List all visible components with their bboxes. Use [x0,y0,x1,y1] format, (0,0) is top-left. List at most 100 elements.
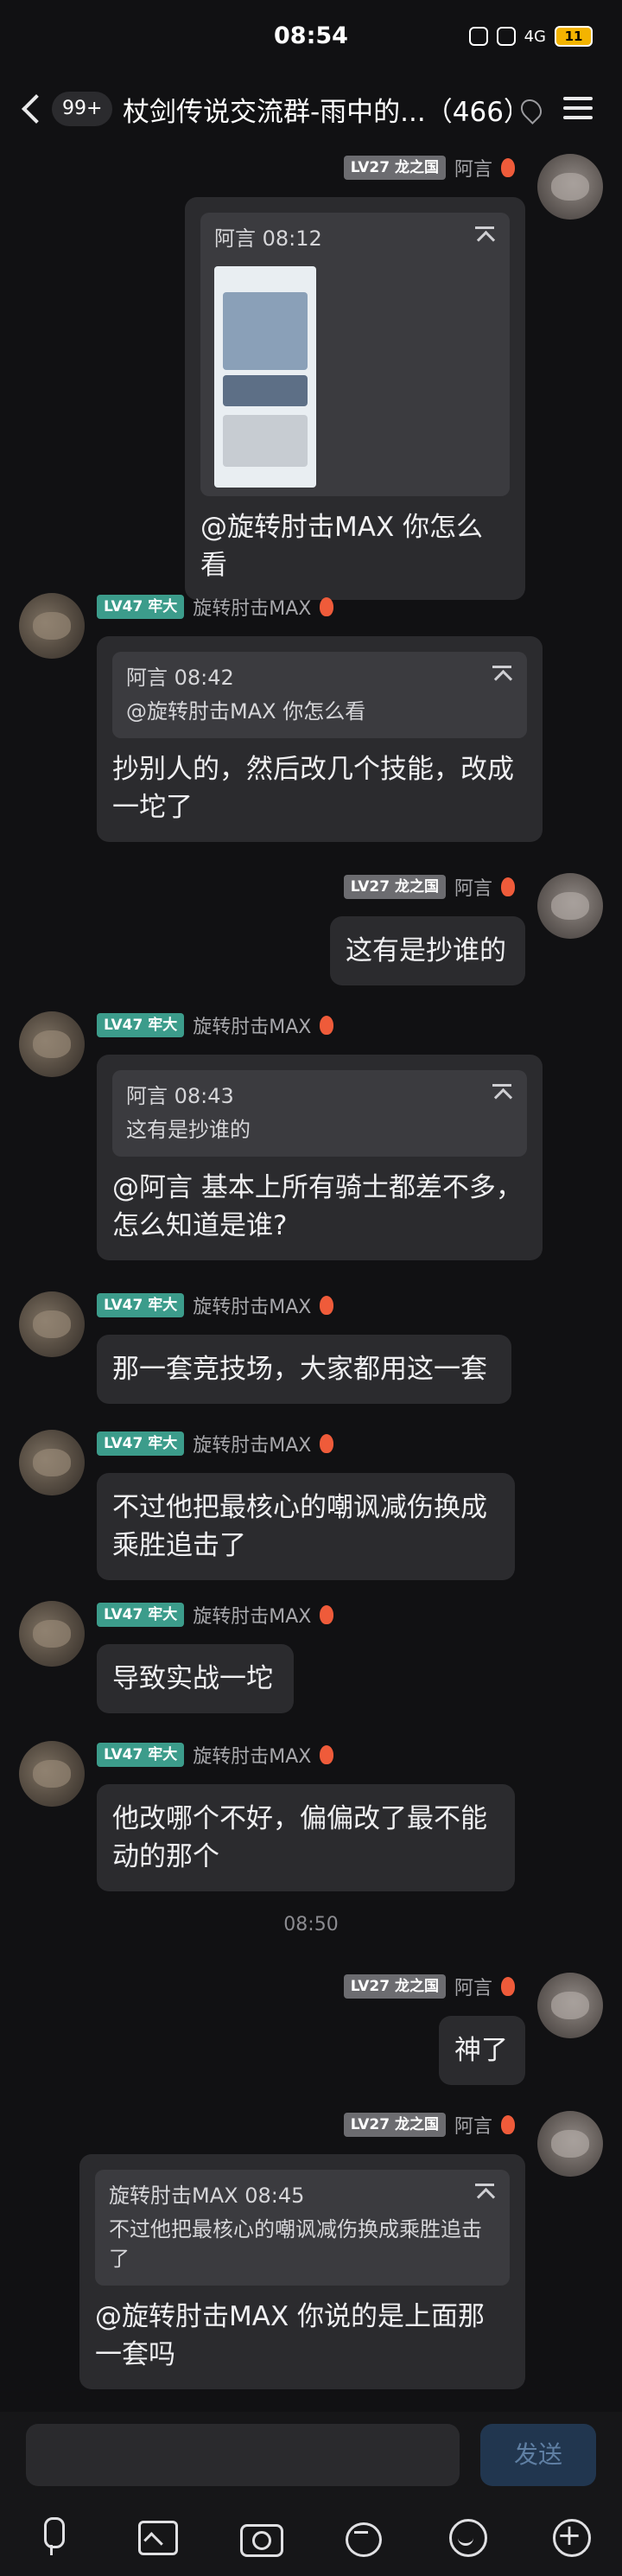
mic-icon[interactable] [31,2515,73,2557]
composer: 发送 [0,2412,622,2498]
quote-header: 阿言 08:42 [126,666,234,690]
battery-level: 11 [564,29,583,44]
avatar[interactable] [537,2111,603,2177]
input-toolbar [0,2498,622,2576]
quoted-message[interactable]: 阿言 08:43 这有是抄谁的 [112,1070,527,1157]
image-thumbnail[interactable] [214,266,316,488]
level-badge: LV47 牢大 [97,1013,185,1037]
chat-header: 99+ 杖剑传说交流群-雨中的...（466） [0,74,622,142]
bluetooth-icon [496,27,516,46]
menu-icon[interactable] [563,95,593,121]
message-bubble[interactable]: 不过他把最核心的嘲讽减伤换成乘胜追击了 [97,1473,515,1580]
sender-name[interactable]: 阿言 [454,1973,492,2000]
message-bubble[interactable]: 导致实战一坨 [97,1644,294,1713]
level-badge: LV47 牢大 [97,1293,185,1317]
level-badge: LV47 牢大 [97,1743,185,1767]
message-bubble[interactable]: 阿言 08:12 @旋转肘击MAX 你怎么看 [185,197,525,600]
avatar[interactable] [537,154,603,220]
message-input[interactable] [26,2424,460,2486]
message-meta: LV47 牢大 旋转肘击MAX [97,1011,334,1039]
fire-icon [320,597,334,616]
level-badge: LV27 龙之国 [343,1974,446,1999]
avatar[interactable] [19,1291,85,1357]
timestamp-divider: 08:50 [283,1914,339,1935]
level-badge: LV27 龙之国 [343,156,446,180]
quote-top-icon[interactable] [475,226,494,245]
avatar[interactable] [19,1430,85,1495]
message-text: 神了 [454,2035,508,2066]
fire-icon [320,1296,334,1315]
avatar[interactable] [537,873,603,939]
status-bar: 08:54 4G 11 [0,0,622,74]
message-text: @旋转肘击MAX 你怎么看 [200,512,484,581]
fire-icon [320,1434,334,1453]
avatar[interactable] [19,593,85,659]
sender-name[interactable]: 阿言 [454,873,492,901]
sender-name[interactable]: 旋转肘击MAX [193,1430,311,1457]
camera-icon[interactable] [238,2515,283,2557]
level-badge: LV47 牢大 [97,595,185,619]
emoji-icon[interactable] [446,2515,487,2557]
network-label: 4G [524,27,546,46]
message-meta: LV47 牢大 旋转肘击MAX [97,1430,334,1457]
message-meta: LV27 龙之国 阿言 [343,154,515,182]
message-text: 不过他把最核心的嘲讽减伤换成乘胜追击了 [112,1492,487,1561]
image-icon[interactable] [135,2515,178,2557]
sender-name[interactable]: 旋转肘击MAX [193,593,311,621]
message-meta: LV27 龙之国 阿言 [343,1973,515,2000]
sender-name[interactable]: 旋转肘击MAX [193,1291,311,1319]
quote-top-icon[interactable] [492,1084,511,1103]
message-bubble[interactable]: 旋转肘击MAX 08:45 不过他把最核心的嘲讽减伤换成乘胜追击了 @旋转肘击M… [79,2154,525,2389]
message-bubble[interactable]: 阿言 08:42 @旋转肘击MAX 你怎么看 抄别人的，然后改几个技能，改成一坨… [97,636,543,842]
message-meta: LV47 牢大 旋转肘击MAX [97,593,334,621]
sender-name[interactable]: 旋转肘击MAX [193,1741,311,1769]
message-bubble[interactable]: 阿言 08:43 这有是抄谁的 @阿言 基本上所有骑士都差不多，怎么知道是谁? [97,1055,543,1260]
message-text: 那一套竞技场，大家都用这一套 [112,1354,487,1385]
message-meta: LV27 龙之国 阿言 [343,2111,515,2139]
message-text: 这有是抄谁的 [346,935,506,966]
message-meta: LV27 龙之国 阿言 [343,873,515,901]
avatar[interactable] [19,1601,85,1667]
plus-icon[interactable] [549,2515,591,2557]
avatar[interactable] [19,1011,85,1077]
message-text: 他改哪个不好，偏偏改了最不能动的那个 [112,1803,487,1872]
message-text: 导致实战一坨 [112,1663,273,1694]
back-icon[interactable] [17,90,48,128]
message-meta: LV47 牢大 旋转肘击MAX [97,1291,334,1319]
avatar[interactable] [19,1741,85,1807]
sender-name[interactable]: 阿言 [454,2111,492,2139]
chat-title[interactable]: 杖剑传说交流群-雨中的...（466） [123,90,511,129]
quoted-message[interactable]: 旋转肘击MAX 08:45 不过他把最核心的嘲讽减伤换成乘胜追击了 [95,2170,510,2286]
battery-icon: 11 [555,26,593,47]
level-badge: LV27 龙之国 [343,2113,446,2137]
pin-icon[interactable] [517,95,546,124]
message-text: @旋转肘击MAX 你说的是上面那一套吗 [95,2301,486,2370]
quote-top-icon[interactable] [475,2184,494,2203]
avatar[interactable] [537,1973,603,2038]
send-button[interactable]: 发送 [480,2424,596,2486]
message-bubble[interactable]: 神了 [439,2016,525,2085]
message-bubble[interactable]: 他改哪个不好，偏偏改了最不能动的那个 [97,1784,515,1891]
sender-name[interactable]: 旋转肘击MAX [193,1601,311,1629]
sender-name[interactable]: 旋转肘击MAX [193,1011,311,1039]
nfc-icon [468,27,488,46]
sender-name[interactable]: 阿言 [454,154,492,182]
fire-icon [320,1605,334,1624]
quote-body: @旋转肘击MAX 你怎么看 [126,699,366,724]
message-text: 抄别人的，然后改几个技能，改成一坨了 [112,754,514,823]
message-bubble[interactable]: 那一套竞技场，大家都用这一套 [97,1335,511,1404]
fire-icon [501,158,515,177]
fire-icon [501,877,515,896]
status-icons: 4G 11 [468,26,593,47]
fire-icon [501,1977,515,1996]
sticker-icon[interactable] [342,2515,384,2557]
message-bubble[interactable]: 这有是抄谁的 [330,916,525,985]
quoted-message[interactable]: 阿言 08:12 [200,213,510,496]
level-badge: LV47 牢大 [97,1603,185,1627]
quoted-message[interactable]: 阿言 08:42 @旋转肘击MAX 你怎么看 [112,652,527,738]
quote-header: 旋转肘击MAX 08:45 [109,2184,305,2208]
fire-icon [501,2115,515,2134]
unread-badge[interactable]: 99+ [52,92,113,126]
quote-top-icon[interactable] [492,666,511,685]
level-badge: LV47 牢大 [97,1431,185,1456]
